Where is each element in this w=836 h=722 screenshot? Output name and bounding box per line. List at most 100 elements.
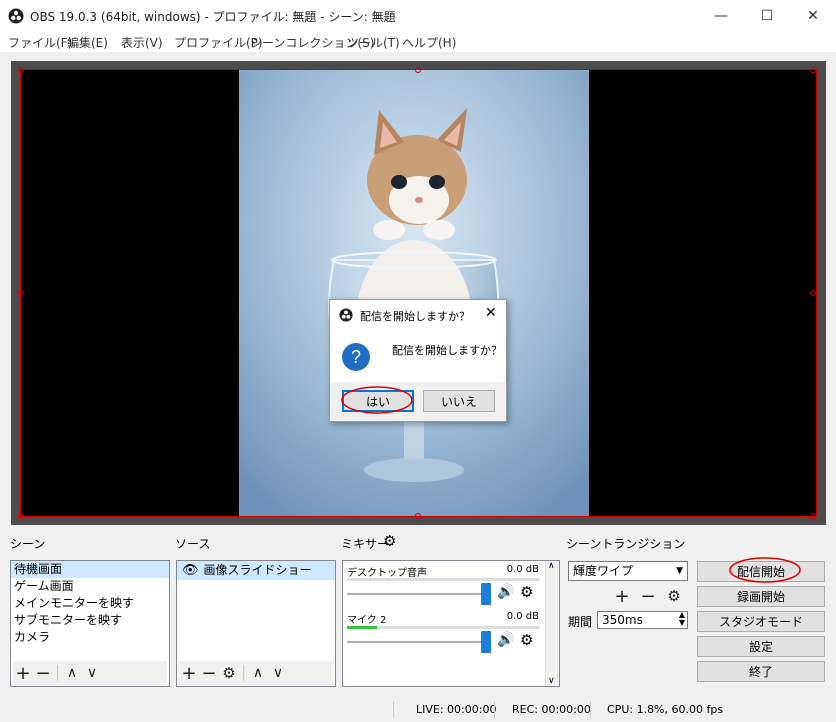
remove-source-icon[interactable]: −: [199, 663, 219, 684]
studio-mode-button[interactable]: スタジオモード: [697, 611, 825, 632]
window-title: OBS 19.0.3 (64bit, windows) - プロファイル: 無題…: [30, 10, 396, 24]
dialog-title: 配信を開始しますか？: [360, 310, 470, 323]
duration-spinbox[interactable]: 350ms ▲ ▼: [597, 611, 688, 629]
spin-arrows-icon[interactable]: ▲ ▼: [679, 611, 685, 627]
menu-help[interactable]: ヘルプ(H): [402, 34, 456, 51]
kitten-image[interactable]: [239, 70, 589, 516]
mixer-channel-db: 0.0 dB: [506, 564, 539, 575]
speaker-icon[interactable]: 🔊: [497, 584, 514, 600]
scene-item[interactable]: 待機画面: [11, 561, 169, 578]
remove-scene-icon[interactable]: −: [33, 663, 53, 684]
scenes-toolbar: + − ∧ ∨: [13, 661, 167, 685]
resize-handle[interactable]: [810, 67, 816, 73]
volume-slider-track[interactable]: [347, 641, 487, 643]
gear-icon[interactable]: ⚙: [520, 631, 533, 649]
eye-icon[interactable]: 👁: [182, 563, 199, 578]
resize-handle[interactable]: [810, 290, 816, 296]
resize-handle[interactable]: [18, 513, 24, 519]
exit-button[interactable]: 終了: [697, 661, 825, 682]
transitions-label: シーントランジション: [566, 537, 686, 551]
separator: [57, 665, 58, 681]
scene-item[interactable]: メインモニターを映す: [11, 595, 169, 612]
settings-button[interactable]: 設定: [697, 636, 825, 657]
speaker-icon[interactable]: 🔊: [497, 632, 514, 648]
scene-item[interactable]: ゲーム画面: [11, 578, 169, 595]
scroll-up-icon[interactable]: ∧: [548, 561, 555, 571]
dialog-close-icon[interactable]: ✕: [485, 305, 497, 321]
gear-icon[interactable]: ⚙: [383, 532, 396, 550]
gear-icon[interactable]: ⚙: [664, 586, 684, 606]
scroll-down-icon[interactable]: ∨: [548, 676, 555, 686]
menu-bar: ファイル(F) 編集(E) 表示(V) プロファイル(P) シーンコレクション(…: [0, 32, 836, 52]
audio-meter: [347, 578, 539, 581]
resize-handle[interactable]: [18, 290, 24, 296]
resize-handle[interactable]: [415, 513, 421, 519]
menu-file[interactable]: ファイル(F): [8, 34, 72, 51]
sources-toolbar: + − ⚙ ∧ ∨: [179, 661, 333, 685]
move-down-icon[interactable]: ∨: [268, 663, 288, 683]
volume-slider-track[interactable]: [347, 593, 487, 595]
live-status: LIVE: 00:00:00: [416, 703, 497, 716]
resize-handle[interactable]: [810, 513, 816, 519]
separator: [494, 701, 495, 718]
move-down-icon[interactable]: ∨: [82, 663, 102, 683]
gear-icon[interactable]: ⚙: [520, 583, 533, 601]
source-item[interactable]: 👁 画像スライドショー: [177, 561, 335, 580]
cpu-status: CPU: 1.8%, 60.00 fps: [607, 703, 724, 716]
chevron-down-icon: ▼: [676, 566, 683, 576]
scene-item[interactable]: カメラ: [11, 629, 169, 646]
menu-tools[interactable]: ツール(T): [347, 34, 400, 51]
menu-edit[interactable]: 編集(E): [67, 34, 108, 51]
volume-slider-thumb[interactable]: [481, 631, 491, 653]
mixer-channel-name: デスクトップ音声: [347, 568, 427, 579]
audio-level-fill: [347, 626, 377, 629]
volume-slider-thumb[interactable]: [481, 583, 491, 605]
add-transition-icon[interactable]: +: [612, 586, 632, 607]
separator: [243, 665, 244, 681]
duration-value: 350ms: [602, 613, 643, 627]
title-bar: OBS 19.0.3 (64bit, windows) - プロファイル: 無題…: [0, 0, 836, 32]
remove-transition-icon[interactable]: −: [638, 586, 658, 607]
add-scene-icon[interactable]: +: [13, 663, 33, 684]
source-item-label: 画像スライドショー: [203, 563, 312, 577]
resize-handle[interactable]: [18, 67, 24, 73]
scenes-label: シーン: [10, 537, 46, 551]
minimize-button[interactable]: —: [698, 0, 744, 32]
scenes-list[interactable]: 待機画面 ゲーム画面 メインモニターを映す サブモニターを映す カメラ + − …: [10, 560, 170, 687]
mixer-scrollbar[interactable]: ∧ ∨: [545, 561, 559, 686]
move-up-icon[interactable]: ∧: [248, 663, 268, 683]
separator: [590, 701, 591, 718]
maximize-button[interactable]: ☐: [744, 0, 790, 32]
status-bar: LIVE: 00:00:00 REC: 00:00:00 CPU: 1.8%, …: [0, 697, 836, 722]
rec-status: REC: 00:00:00: [512, 703, 591, 716]
transitions-toolbar: + − ⚙: [612, 584, 684, 608]
no-button[interactable]: いいえ: [423, 390, 495, 412]
scene-item[interactable]: サブモニターを映す: [11, 612, 169, 629]
annotation-circle-yes: [341, 386, 413, 414]
transition-select-value: 輝度ワイプ: [573, 564, 634, 578]
obs-logo-icon: [339, 308, 353, 322]
start-recording-button[interactable]: 録画開始: [697, 586, 825, 607]
dialog-title-bar: 配信を開始しますか？ ✕: [330, 300, 506, 330]
dialog-body: ? 配信を開始しますか？: [330, 330, 506, 382]
sources-list[interactable]: 👁 画像スライドショー + − ⚙ ∧ ∨: [176, 560, 336, 687]
annotation-circle-stream: [729, 557, 801, 583]
svg-text:?: ?: [351, 347, 361, 367]
add-source-icon[interactable]: +: [179, 663, 199, 684]
mixer-label: ミキサー: [341, 537, 390, 551]
close-button[interactable]: ✕: [790, 0, 836, 32]
gear-icon[interactable]: ⚙: [219, 663, 239, 683]
separator: [393, 701, 394, 718]
mixer-channel-name: マイク 2: [347, 615, 387, 626]
duration-label: 期間: [568, 615, 593, 629]
resize-handle[interactable]: [415, 67, 421, 73]
transition-select[interactable]: 輝度ワイプ ▼: [568, 561, 688, 581]
menu-view[interactable]: 表示(V): [121, 34, 163, 51]
move-up-icon[interactable]: ∧: [62, 663, 82, 683]
audio-mixer: デスクトップ音声 0.0 dB 🔊 ⚙ マイク 2 0.0 dB 🔊 ⚙ ∧ ∨: [342, 560, 560, 687]
mixer-channel-db: 0.0 dB: [506, 611, 539, 622]
dialog-message: 配信を開始しますか？: [392, 344, 502, 357]
sources-label: ソース: [175, 537, 211, 551]
question-icon: ?: [342, 343, 370, 371]
obs-logo-icon: [8, 8, 24, 24]
